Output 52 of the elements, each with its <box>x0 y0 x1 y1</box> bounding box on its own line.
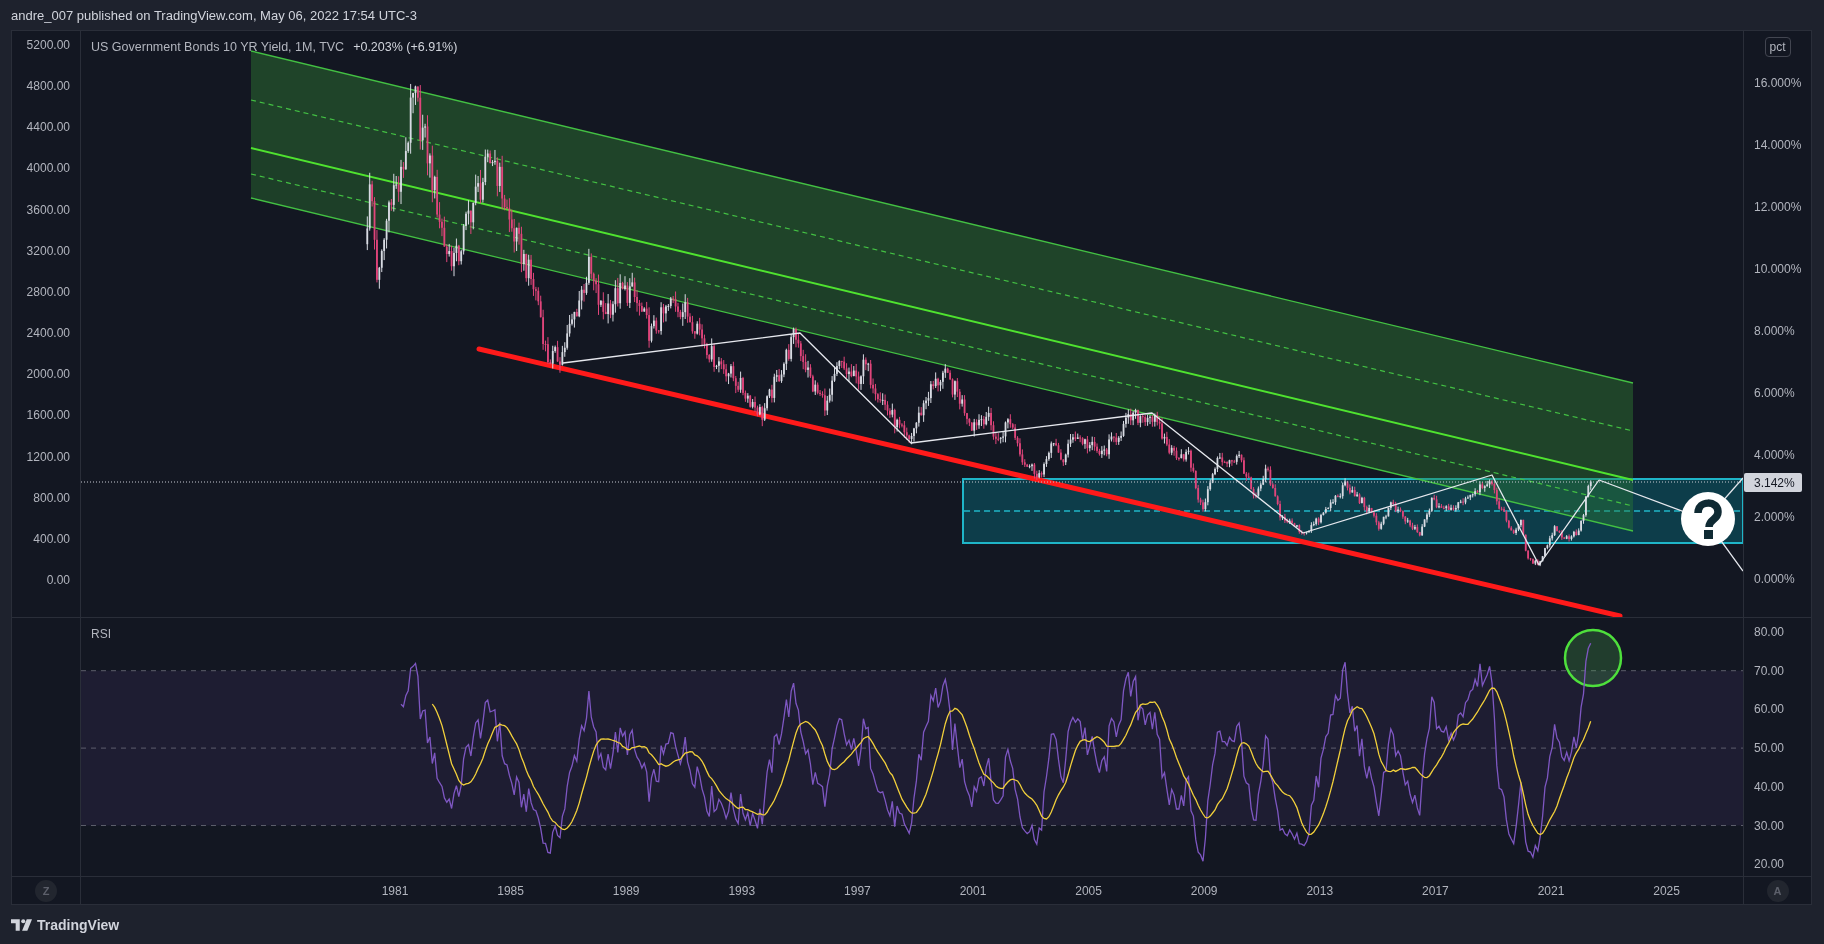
time-axis-label: 1985 <box>497 883 524 898</box>
time-axis-label: 2025 <box>1653 883 1680 898</box>
percent-axis-label: 10.000% <box>1754 262 1802 276</box>
rsi-axis-label: 80.00 <box>1754 625 1785 639</box>
rsi-axis-label: 50.00 <box>1754 741 1785 756</box>
price-axis-label: 1600.00 <box>26 408 70 423</box>
logo-icon <box>11 918 32 931</box>
price-axis-label: 4000.00 <box>26 161 70 176</box>
scale-mode-button[interactable]: pct <box>1764 37 1791 57</box>
symbol-title: US Government Bonds 10 YR Yield, 1M, TVC <box>91 39 345 55</box>
percent-axis-label: 4.000% <box>1754 448 1795 462</box>
price-axis-label: 2000.00 <box>26 367 70 382</box>
percent-axis-label: 12.000% <box>1754 200 1802 214</box>
price-axis-label: 800.00 <box>33 490 70 505</box>
price-change: +0.203% (+6.91%) <box>353 39 458 55</box>
price-axis-label: 400.00 <box>33 531 70 546</box>
time-axis-label: 2021 <box>1537 883 1565 898</box>
percent-axis-label: 14.000% <box>1754 138 1802 152</box>
percent-axis-label: 6.000% <box>1754 386 1795 400</box>
time-axis-label: 1997 <box>844 883 871 898</box>
price-axis-label: 2400.00 <box>26 326 70 341</box>
publication-info: andre_007 published on TradingView.com, May 06, 2022 17:54 UTC-3 <box>11 7 417 23</box>
price-axis-label: 0.00 <box>46 572 70 587</box>
highlight-circle <box>1563 628 1623 688</box>
rsi-axis-label: 70.00 <box>1754 663 1785 678</box>
price-axis-label: 2800.00 <box>26 284 70 299</box>
question-mark-icon <box>1681 492 1735 546</box>
time-axis-label: 1989 <box>612 883 640 898</box>
price-axis-label: 3600.00 <box>26 202 70 217</box>
time-axis-label: 2013 <box>1306 883 1334 898</box>
rsi-axis-label: 40.00 <box>1754 779 1785 794</box>
percent-axis-label: 2.000% <box>1754 510 1795 524</box>
percent-axis-label: 8.000% <box>1754 324 1795 338</box>
rsi-axis-label: 20.00 <box>1754 857 1785 872</box>
time-axis-label: 2009 <box>1190 883 1218 898</box>
last-value-label: 3.142% <box>1744 473 1802 492</box>
percent-axis-label: 16.000% <box>1754 76 1802 90</box>
price-axis-label: 3200.00 <box>26 243 70 258</box>
percent-axis-label: 0.000% <box>1754 572 1795 586</box>
price-axis-label: 4800.00 <box>26 79 70 94</box>
brand-link[interactable]: TradingView <box>11 916 120 933</box>
rsi-axis-label: 30.00 <box>1754 818 1785 833</box>
time-axis-label: 2017 <box>1422 883 1449 898</box>
time-axis-label: 1993 <box>728 883 756 898</box>
time-axis-label: 2005 <box>1075 883 1102 898</box>
indicator-label: RSI <box>91 627 111 641</box>
price-axis-label: 4400.00 <box>26 120 70 135</box>
rsi-axis-label: 60.00 <box>1754 702 1785 717</box>
time-axis-label: 2001 <box>959 883 987 898</box>
price-axis-label: 1200.00 <box>26 449 70 464</box>
time-axis-label: 1981 <box>381 883 409 898</box>
price-axis-label: 5200.00 <box>26 38 70 52</box>
